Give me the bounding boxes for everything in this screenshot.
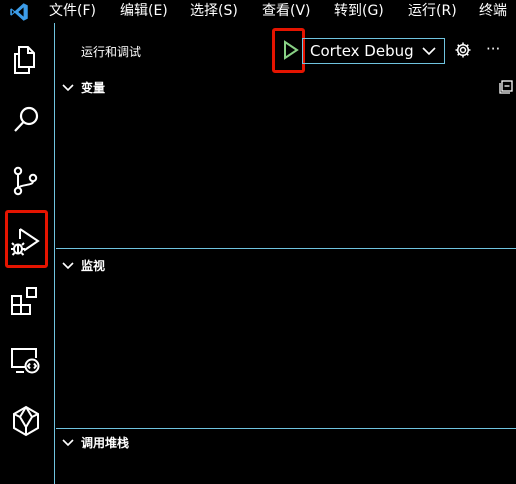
variables-section-header[interactable]: 变量	[56, 76, 516, 100]
menu-terminal[interactable]: 终端	[479, 3, 507, 20]
source-control-icon	[13, 166, 38, 196]
menu-bar: 文件(F) 编辑(E) 选择(S) 查看(V) 转到(G) 运行(R) 终端	[0, 0, 516, 23]
watch-section-label: 监视	[81, 259, 106, 273]
activity-remote-explorer[interactable]	[0, 336, 55, 386]
gear-icon[interactable]	[454, 41, 472, 59]
callstack-section-header[interactable]: 调用堆栈	[56, 431, 516, 455]
chevron-down-icon	[62, 84, 74, 92]
menu-go[interactable]: 转到(G)	[334, 3, 384, 20]
section-divider	[56, 248, 516, 249]
variables-section-label: 变量	[81, 81, 106, 95]
menu-file[interactable]: 文件(F)	[49, 3, 96, 20]
run-debug-sidebar: 运行和调试 Cortex Debug ··· 变量 监视 调用堆栈	[56, 23, 516, 484]
activity-bar	[0, 23, 55, 484]
start-button-highlight	[272, 28, 305, 73]
extensions-icon	[11, 287, 37, 315]
vscode-logo-icon	[10, 3, 28, 21]
activity-cortex[interactable]	[0, 396, 55, 446]
activity-explorer[interactable]	[0, 35, 55, 85]
run-debug-highlight	[5, 210, 48, 268]
sidebar-title: 运行和调试	[81, 45, 142, 59]
chevron-down-icon	[422, 47, 436, 56]
chevron-down-icon	[62, 439, 74, 447]
cortex-icon	[13, 405, 39, 437]
remote-explorer-icon	[11, 348, 40, 374]
debug-config-label: Cortex Debug	[310, 42, 414, 60]
menu-edit[interactable]: 编辑(E)	[120, 3, 168, 20]
debug-config-dropdown[interactable]: Cortex Debug	[302, 38, 445, 64]
menu-selection[interactable]: 选择(S)	[190, 3, 238, 20]
search-icon	[14, 106, 39, 132]
more-actions-icon[interactable]: ···	[486, 42, 500, 57]
chevron-down-icon	[62, 262, 74, 270]
collapse-all-icon[interactable]	[499, 80, 513, 94]
explorer-icon	[14, 46, 35, 74]
watch-section-header[interactable]: 监视	[56, 254, 516, 278]
activity-extensions[interactable]	[0, 276, 55, 326]
activity-search[interactable]	[0, 95, 55, 145]
section-divider	[56, 428, 516, 429]
callstack-section-label: 调用堆栈	[81, 436, 130, 450]
menu-view[interactable]: 查看(V)	[262, 3, 311, 20]
menu-run[interactable]: 运行(R)	[408, 3, 457, 20]
activity-source-control[interactable]	[0, 156, 55, 206]
